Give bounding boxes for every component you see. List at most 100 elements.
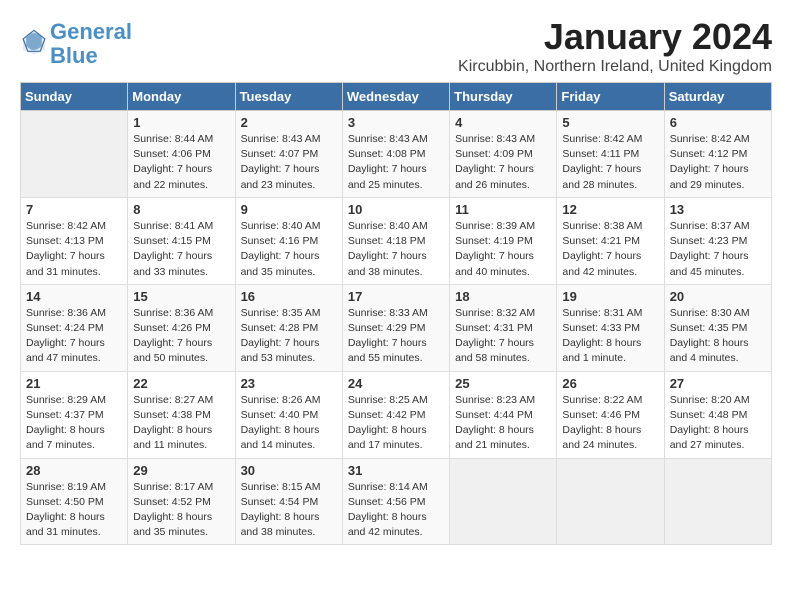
location-subtitle: Kircubbin, Northern Ireland, United King… [458,58,772,76]
logo-icon [20,28,48,56]
calendar-day-cell: 25Sunrise: 8:23 AMSunset: 4:44 PMDayligh… [450,371,557,458]
calendar-day-cell: 12Sunrise: 8:38 AMSunset: 4:21 PMDayligh… [557,197,664,284]
day-info: Sunrise: 8:43 AMSunset: 4:08 PMDaylight:… [348,132,444,193]
day-info: Sunrise: 8:20 AMSunset: 4:48 PMDaylight:… [670,393,766,454]
logo-text: General Blue [50,20,132,68]
day-info: Sunrise: 8:15 AMSunset: 4:54 PMDaylight:… [241,480,337,541]
day-info: Sunrise: 8:36 AMSunset: 4:26 PMDaylight:… [133,306,229,367]
calendar-day-cell: 28 Sunrise: 8:19 AMSunset: 4:50 PMDayligh… [21,458,128,545]
day-info: Sunrise: 8:40 AMSunset: 4:16 PMDaylight:… [241,219,337,280]
day-info: Sunrise: 8:43 AMSunset: 4:09 PMDaylight:… [455,132,551,193]
day-info: Sunrise: 8:42 AMSunset: 4:13 PMDaylight:… [26,219,122,280]
calendar-day-cell: 23 Sunrise: 8:26 AMSunset: 4:40 PMDayligh… [235,371,342,458]
day-number: 2 [241,115,337,130]
calendar-day-cell: 8 Sunrise: 8:41 AMSunset: 4:15 PMDaylight… [128,197,235,284]
weekday-header-monday: Monday [128,83,235,111]
day-number: 18 [455,289,551,304]
day-info: Sunrise: 8:31 AMSunset: 4:33 PMDaylight:… [562,306,658,367]
calendar-day-cell: 1 Sunrise: 8:44 AMSunset: 4:06 PMDaylight… [128,111,235,198]
calendar-day-cell: 29Sunrise: 8:17 AMSunset: 4:52 PMDayligh… [128,458,235,545]
calendar-day-cell: 6Sunrise: 8:42 AMSunset: 4:12 PMDaylight… [664,111,771,198]
day-info: Sunrise: 8:44 AMSunset: 4:06 PMDaylight:… [133,132,229,193]
day-number: 25 [455,376,551,391]
day-number: 8 [133,202,229,217]
weekday-header-thursday: Thursday [450,83,557,111]
calendar-day-cell: 26 Sunrise: 8:22 AMSunset: 4:46 PMDayligh… [557,371,664,458]
calendar-day-cell [21,111,128,198]
calendar-day-cell: 7 Sunrise: 8:42 AMSunset: 4:13 PMDaylight… [21,197,128,284]
calendar-day-cell: 10 Sunrise: 8:40 AMSunset: 4:18 PMDayligh… [342,197,449,284]
calendar-table: SundayMondayTuesdayWednesdayThursdayFrid… [20,82,772,545]
day-number: 9 [241,202,337,217]
calendar-day-cell: 27 Sunrise: 8:20 AMSunset: 4:48 PMDayligh… [664,371,771,458]
day-info: Sunrise: 8:19 AMSunset: 4:50 PMDaylight:… [26,480,122,541]
calendar-day-cell: 14Sunrise: 8:36 AMSunset: 4:24 PMDayligh… [21,284,128,371]
weekday-header-row: SundayMondayTuesdayWednesdayThursdayFrid… [21,83,772,111]
day-info: Sunrise: 8:26 AMSunset: 4:40 PMDaylight:… [241,393,337,454]
calendar-day-cell: 22 Sunrise: 8:27 AMSunset: 4:38 PMDayligh… [128,371,235,458]
day-info: Sunrise: 8:38 AMSunset: 4:21 PMDaylight:… [562,219,658,280]
day-info: Sunrise: 8:27 AMSunset: 4:38 PMDaylight:… [133,393,229,454]
day-info: Sunrise: 8:30 AMSunset: 4:35 PMDaylight:… [670,306,766,367]
calendar-day-cell: 20 Sunrise: 8:30 AMSunset: 4:35 PMDayligh… [664,284,771,371]
day-number: 4 [455,115,551,130]
calendar-day-cell: 13 Sunrise: 8:37 AMSunset: 4:23 PMDayligh… [664,197,771,284]
calendar-day-cell [557,458,664,545]
day-info: Sunrise: 8:41 AMSunset: 4:15 PMDaylight:… [133,219,229,280]
calendar-body: 1 Sunrise: 8:44 AMSunset: 4:06 PMDaylight… [21,111,772,545]
day-number: 28 [26,463,122,478]
day-number: 14 [26,289,122,304]
day-info: Sunrise: 8:35 AMSunset: 4:28 PMDaylight:… [241,306,337,367]
calendar-day-cell: 18 Sunrise: 8:32 AMSunset: 4:31 PMDayligh… [450,284,557,371]
day-number: 29 [133,463,229,478]
day-number: 31 [348,463,444,478]
day-number: 27 [670,376,766,391]
day-info: Sunrise: 8:32 AMSunset: 4:31 PMDaylight:… [455,306,551,367]
day-number: 17 [348,289,444,304]
calendar-day-cell: 3Sunrise: 8:43 AMSunset: 4:08 PMDaylight… [342,111,449,198]
day-number: 22 [133,376,229,391]
day-number: 6 [670,115,766,130]
calendar-week-row: 28 Sunrise: 8:19 AMSunset: 4:50 PMDayligh… [21,458,772,545]
calendar-week-row: 14Sunrise: 8:36 AMSunset: 4:24 PMDayligh… [21,284,772,371]
day-info: Sunrise: 8:25 AMSunset: 4:42 PMDaylight:… [348,393,444,454]
day-info: Sunrise: 8:29 AMSunset: 4:37 PMDaylight:… [26,393,122,454]
calendar-day-cell [450,458,557,545]
calendar-day-cell: 31 Sunrise: 8:14 AMSunset: 4:56 PMDayligh… [342,458,449,545]
weekday-header-saturday: Saturday [664,83,771,111]
calendar-header: SundayMondayTuesdayWednesdayThursdayFrid… [21,83,772,111]
day-number: 5 [562,115,658,130]
day-info: Sunrise: 8:33 AMSunset: 4:29 PMDaylight:… [348,306,444,367]
day-info: Sunrise: 8:40 AMSunset: 4:18 PMDaylight:… [348,219,444,280]
calendar-day-cell: 19 Sunrise: 8:31 AMSunset: 4:33 PMDayligh… [557,284,664,371]
day-info: Sunrise: 8:22 AMSunset: 4:46 PMDaylight:… [562,393,658,454]
day-number: 1 [133,115,229,130]
day-info: Sunrise: 8:14 AMSunset: 4:56 PMDaylight:… [348,480,444,541]
calendar-day-cell: 24 Sunrise: 8:25 AMSunset: 4:42 PMDayligh… [342,371,449,458]
day-info: Sunrise: 8:37 AMSunset: 4:23 PMDaylight:… [670,219,766,280]
day-number: 10 [348,202,444,217]
calendar-day-cell: 9 Sunrise: 8:40 AMSunset: 4:16 PMDaylight… [235,197,342,284]
weekday-header-tuesday: Tuesday [235,83,342,111]
day-number: 13 [670,202,766,217]
day-number: 26 [562,376,658,391]
day-number: 20 [670,289,766,304]
day-number: 21 [26,376,122,391]
calendar-day-cell: 17 Sunrise: 8:33 AMSunset: 4:29 PMDayligh… [342,284,449,371]
month-title: January 2024 [458,16,772,58]
calendar-day-cell: 15 Sunrise: 8:36 AMSunset: 4:26 PMDayligh… [128,284,235,371]
day-number: 11 [455,202,551,217]
weekday-header-wednesday: Wednesday [342,83,449,111]
day-number: 15 [133,289,229,304]
calendar-day-cell: 30Sunrise: 8:15 AMSunset: 4:54 PMDayligh… [235,458,342,545]
day-info: Sunrise: 8:42 AMSunset: 4:11 PMDaylight:… [562,132,658,193]
day-info: Sunrise: 8:43 AMSunset: 4:07 PMDaylight:… [241,132,337,193]
title-area: January 2024 Kircubbin, Northern Ireland… [458,16,772,76]
calendar-week-row: 21 Sunrise: 8:29 AMSunset: 4:37 PMDayligh… [21,371,772,458]
day-number: 24 [348,376,444,391]
day-info: Sunrise: 8:39 AMSunset: 4:19 PMDaylight:… [455,219,551,280]
day-number: 19 [562,289,658,304]
day-number: 23 [241,376,337,391]
day-number: 7 [26,202,122,217]
weekday-header-friday: Friday [557,83,664,111]
